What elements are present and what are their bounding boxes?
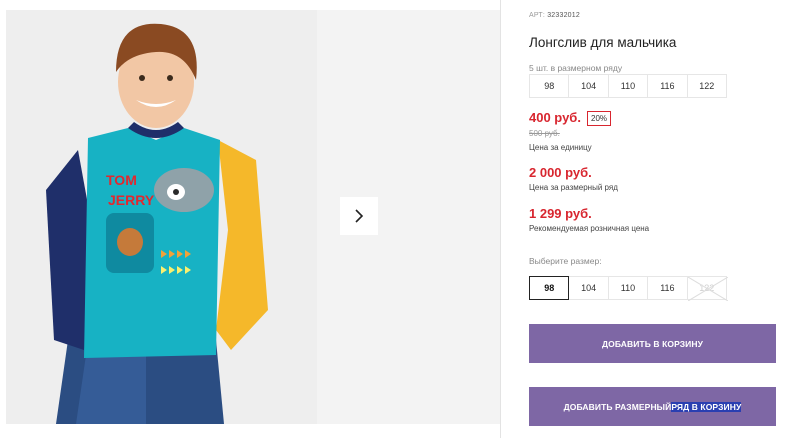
retail-price-caption: Рекомендуемая розничная цена <box>529 224 650 233</box>
article-label: АРТ: <box>529 12 546 19</box>
add-to-cart-button[interactable]: ДОБАВИТЬ В КОРЗИНУ <box>529 324 776 363</box>
range-price-caption: Цена за размерный ряд <box>529 183 618 192</box>
size-picker-label: Выберите размер: <box>529 256 602 266</box>
size-option-selected[interactable]: 98 <box>529 276 570 300</box>
discount-badge: 20% <box>587 111 612 126</box>
size-range-item: 122 <box>686 74 727 98</box>
size-range-item: 110 <box>607 74 649 98</box>
product-gallery: TOM JERRY <box>0 0 500 438</box>
unavailable-cross-icon <box>687 277 728 301</box>
add-range-label-part2: РЯД В КОРЗИНУ <box>671 401 742 412</box>
size-range-label: 5 шт. в размерном ряду <box>529 63 623 73</box>
unit-price-caption: Цена за единицу <box>529 143 592 152</box>
product-photo[interactable]: TOM JERRY <box>6 10 317 424</box>
size-range-item: 98 <box>529 74 570 98</box>
article-number: АРТ: 32332012 <box>529 12 580 19</box>
size-option[interactable]: 116 <box>647 276 688 300</box>
next-photo-button[interactable] <box>340 197 378 235</box>
old-price: 500 руб. <box>529 129 560 138</box>
product-title: Лонгслив для мальчика <box>529 35 677 50</box>
add-size-range-to-cart-button[interactable]: ДОБАВИТЬ РАЗМЕРНЫЙ РЯД В КОРЗИНУ <box>529 387 776 426</box>
product-photo-illustration: TOM JERRY <box>6 10 317 424</box>
article-value: 32332012 <box>547 12 580 19</box>
size-picker: 98 104 110 116 122 <box>529 276 728 301</box>
add-range-label-part1: ДОБАВИТЬ РАЗМЕРНЫЙ <box>563 401 672 412</box>
size-range-list: 98 104 110 116 122 <box>529 74 727 98</box>
size-option-unavailable: 122 <box>686 276 728 301</box>
svg-text:TOM: TOM <box>106 172 137 188</box>
unit-price: 400 руб. <box>529 110 581 125</box>
size-option[interactable]: 104 <box>568 276 609 300</box>
size-range-item: 116 <box>647 74 688 98</box>
panel-divider <box>500 0 501 438</box>
retail-price: 1 299 руб. <box>529 206 592 221</box>
chevron-right-icon <box>355 209 364 223</box>
size-option[interactable]: 110 <box>607 276 649 300</box>
size-range-item: 104 <box>568 74 609 98</box>
svg-text:JERRY: JERRY <box>108 192 155 208</box>
range-price: 2 000 руб. <box>529 165 592 180</box>
